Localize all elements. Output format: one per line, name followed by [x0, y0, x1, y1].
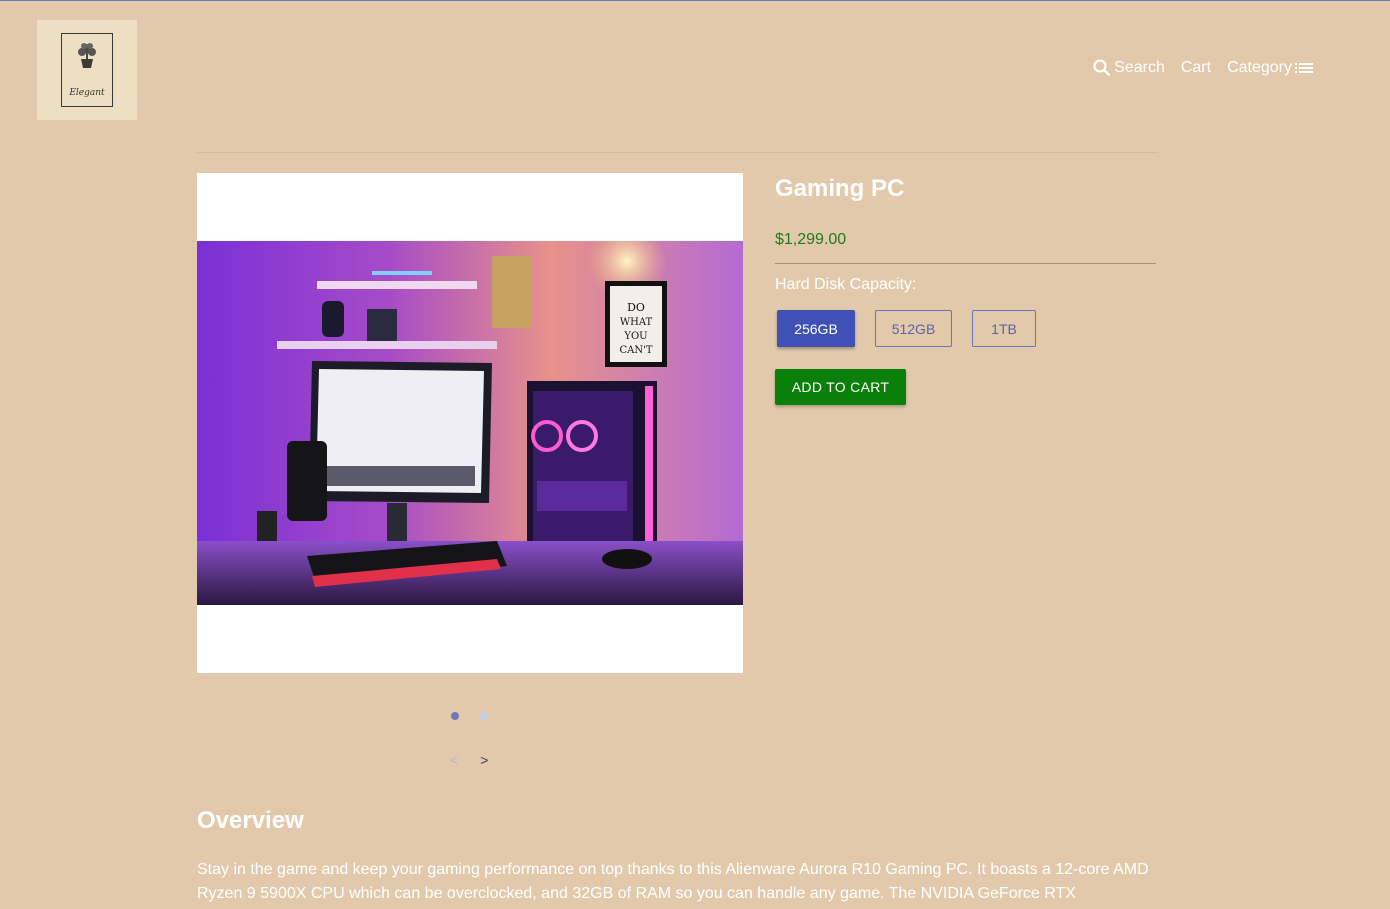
- carousel-arrows: < >: [450, 752, 488, 768]
- svg-text:YOU: YOU: [623, 331, 647, 342]
- product-image: DO WHAT YOU CAN'T: [197, 241, 743, 605]
- svg-text:CAN'T: CAN'T: [619, 345, 652, 356]
- carousel-dots: [451, 712, 487, 720]
- carousel-dot-1[interactable]: [451, 712, 459, 720]
- option-512gb[interactable]: 512GB: [875, 310, 952, 347]
- svg-text:DO: DO: [627, 301, 645, 314]
- overview-title: Overview: [197, 807, 304, 834]
- nav-search[interactable]: Search: [1093, 59, 1165, 77]
- header-divider: [197, 152, 1158, 153]
- carousel-next-button[interactable]: >: [480, 752, 488, 768]
- logo-frame: Elegant: [61, 33, 113, 107]
- product-image-carousel[interactable]: DO WHAT YOU CAN'T: [197, 173, 743, 673]
- logo-text: Elegant: [69, 88, 105, 98]
- carousel-prev-button[interactable]: <: [450, 752, 458, 768]
- nav-category-label: Category: [1227, 59, 1292, 76]
- capacity-options: 256GB 512GB 1TB: [777, 310, 1036, 347]
- search-icon: [1093, 59, 1111, 77]
- site-logo[interactable]: Elegant: [37, 20, 137, 120]
- add-to-cart-button[interactable]: ADD TO CART: [775, 369, 906, 405]
- svg-text:WHAT: WHAT: [620, 317, 653, 328]
- carousel-dot-2[interactable]: [479, 712, 487, 720]
- nav-cart[interactable]: Cart: [1181, 59, 1211, 77]
- nav-search-label: Search: [1114, 59, 1165, 76]
- product-title: Gaming PC: [775, 175, 905, 202]
- price-divider: [775, 263, 1156, 264]
- nav-cart-label: Cart: [1180, 59, 1212, 76]
- overview-text: Stay in the game and keep your gaming pe…: [197, 861, 1149, 902]
- plant-icon: [78, 43, 96, 68]
- main-nav: Search Cart Category: [1093, 59, 1314, 77]
- list-icon: [1295, 63, 1313, 73]
- option-1tb[interactable]: 1TB: [972, 310, 1036, 347]
- option-256gb[interactable]: 256GB: [777, 310, 855, 347]
- product-price: $1,299.00: [775, 231, 847, 248]
- nav-category[interactable]: Category: [1227, 59, 1314, 77]
- capacity-label: Hard Disk Capacity:: [775, 276, 917, 293]
